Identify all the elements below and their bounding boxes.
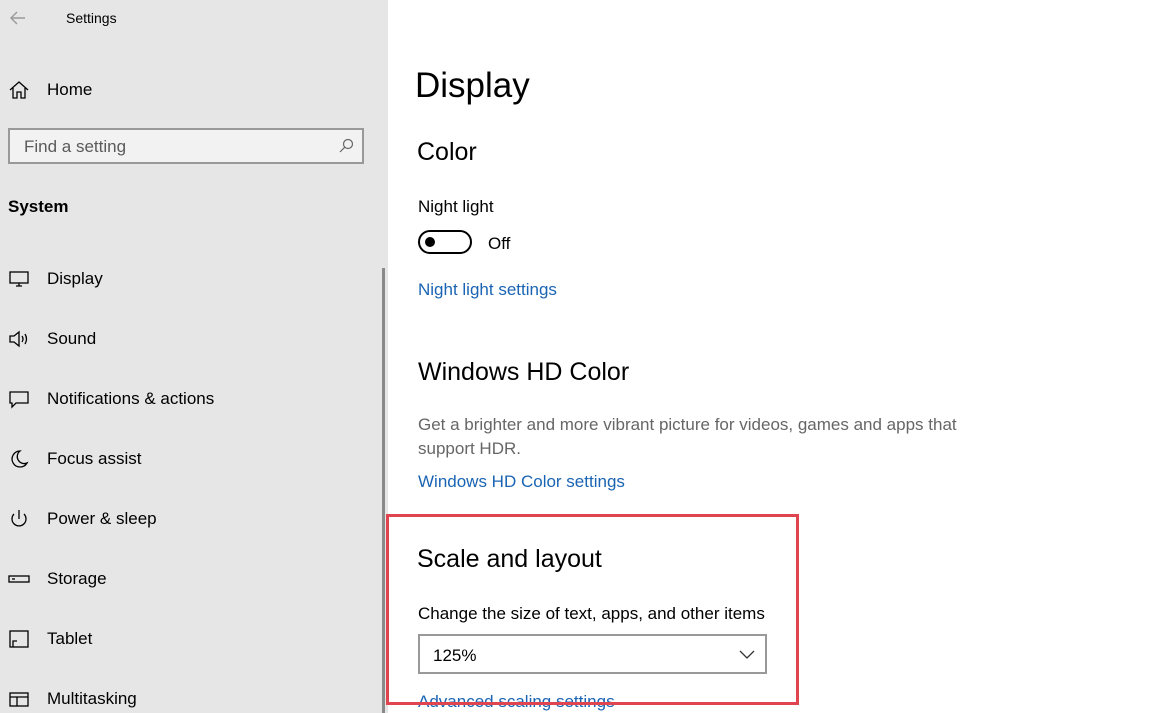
sidebar-item-home[interactable]: Home: [0, 70, 388, 110]
sidebar-item-sound[interactable]: Sound: [0, 310, 380, 370]
chevron-down-icon: [739, 650, 755, 659]
night-light-settings-link[interactable]: Night light settings: [418, 280, 557, 300]
scale-size-label: Change the size of text, apps, and other…: [418, 604, 765, 623]
hdr-heading: Windows HD Color: [418, 358, 630, 386]
sidebar-item-multitasking[interactable]: Multitasking: [0, 670, 380, 713]
sidebar-item-label: Tablet: [47, 629, 93, 648]
app-title: Settings: [66, 10, 117, 26]
night-light-state: Off: [488, 234, 511, 253]
speaker-icon: [9, 330, 28, 348]
sidebar-item-label: Display: [47, 269, 103, 288]
sidebar-item-label: Storage: [47, 569, 107, 588]
tablet-icon: [9, 630, 29, 648]
sidebar-item-notifications[interactable]: Notifications & actions: [0, 370, 380, 430]
search-input[interactable]: [22, 130, 326, 164]
sidebar-item-focus-assist[interactable]: Focus assist: [0, 430, 380, 490]
hdr-description: Get a brighter and more vibrant picture …: [418, 415, 957, 458]
sidebar-item-display[interactable]: Display: [0, 250, 380, 310]
page-title: Display: [415, 66, 530, 105]
section-title: System: [8, 197, 69, 216]
scale-dropdown-value: 125%: [433, 646, 477, 665]
toggle-knob: [425, 237, 435, 247]
sidebar-item-tablet[interactable]: Tablet: [0, 610, 380, 670]
monitor-icon: [9, 271, 29, 287]
sidebar-item-label: Notifications & actions: [47, 389, 215, 408]
sidebar-scrollbar[interactable]: [382, 268, 385, 713]
sidebar-item-power-sleep[interactable]: Power & sleep: [0, 490, 380, 550]
back-arrow-icon: [10, 11, 25, 25]
search-icon[interactable]: [338, 138, 354, 154]
home-icon: [9, 81, 29, 99]
sidebar-item-label: Focus assist: [47, 449, 142, 468]
night-light-toggle[interactable]: [418, 230, 472, 254]
night-light-label: Night light: [418, 197, 494, 216]
scale-dropdown[interactable]: 125%: [418, 634, 767, 674]
settings-window: Settings Home System Display: [0, 0, 1175, 713]
message-icon: [9, 391, 29, 409]
sidebar-item-label: Power & sleep: [47, 509, 157, 528]
power-icon: [11, 510, 27, 527]
back-button[interactable]: [6, 6, 30, 30]
advanced-scaling-link[interactable]: Advanced scaling settings: [418, 692, 615, 712]
search-box[interactable]: [8, 128, 364, 164]
storage-icon: [8, 575, 30, 583]
color-heading: Color: [417, 138, 477, 166]
hdr-settings-link[interactable]: Windows HD Color settings: [418, 472, 625, 492]
sidebar: Settings Home System Display: [0, 0, 388, 713]
moon-icon: [11, 450, 29, 468]
scale-heading: Scale and layout: [417, 545, 602, 573]
sidebar-item-label: Sound: [47, 329, 97, 348]
sidebar-item-storage[interactable]: Storage: [0, 550, 380, 610]
home-label: Home: [47, 80, 93, 99]
multitasking-icon: [9, 692, 29, 707]
nav-list: Display Sound Notifications & actions Fo…: [0, 250, 380, 713]
sidebar-item-label: Multitasking: [47, 689, 137, 708]
